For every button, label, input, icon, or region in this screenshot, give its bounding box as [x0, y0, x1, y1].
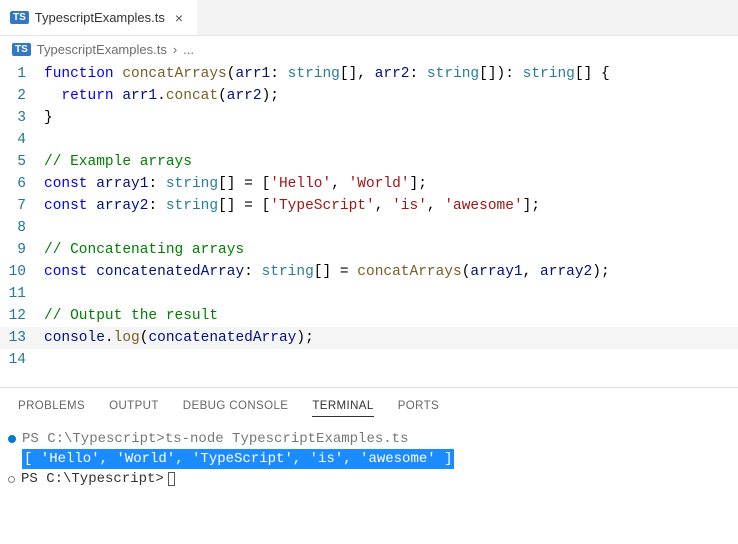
- terminal[interactable]: PS C:\Typescript> ts-node TypescriptExam…: [0, 423, 738, 499]
- code-content[interactable]: [44, 129, 738, 151]
- line-number: 4: [0, 129, 44, 151]
- close-icon[interactable]: ×: [171, 10, 187, 26]
- code-line[interactable]: 2 return arr1.concat(arr2);: [0, 85, 738, 107]
- panel-tab-ports[interactable]: PORTS: [398, 400, 439, 417]
- status-dot-icon: [8, 476, 15, 483]
- code-content[interactable]: [44, 349, 738, 371]
- code-line[interactable]: 13console.log(concatenatedArray);: [0, 327, 738, 349]
- code-line[interactable]: 1function concatArrays(arr1: string[], a…: [0, 63, 738, 85]
- code-content[interactable]: // Concatenating arrays: [44, 239, 738, 261]
- line-number: 5: [0, 151, 44, 173]
- code-line[interactable]: 14: [0, 349, 738, 371]
- tab-bar: TS TypescriptExamples.ts ×: [0, 0, 738, 36]
- code-line[interactable]: 8: [0, 217, 738, 239]
- line-number: 6: [0, 173, 44, 195]
- panel-tab-output[interactable]: OUTPUT: [109, 400, 159, 417]
- code-line[interactable]: 6const array1: string[] = ['Hello', 'Wor…: [0, 173, 738, 195]
- line-number: 13: [0, 327, 44, 349]
- code-editor[interactable]: 1function concatArrays(arr1: string[], a…: [0, 61, 738, 381]
- terminal-output: [ 'Hello', 'World', 'TypeScript', 'is', …: [22, 449, 454, 469]
- terminal-line: PS C:\Typescript> ts-node TypescriptExam…: [8, 429, 730, 449]
- line-number: 14: [0, 349, 44, 371]
- bottom-panel: PROBLEMS OUTPUT DEBUG CONSOLE TERMINAL PORTS…: [0, 387, 738, 499]
- panel-tab-debug-console[interactable]: DEBUG CONSOLE: [183, 400, 289, 417]
- code-line[interactable]: 3}: [0, 107, 738, 129]
- chevron-right-icon: ›: [173, 42, 177, 57]
- ts-badge-icon: TS: [12, 43, 31, 56]
- code-content[interactable]: [44, 217, 738, 239]
- tab-title: TypescriptExamples.ts: [35, 10, 165, 25]
- code-line[interactable]: 5// Example arrays: [0, 151, 738, 173]
- line-number: 2: [0, 85, 44, 107]
- code-content[interactable]: // Example arrays: [44, 151, 738, 173]
- line-number: 8: [0, 217, 44, 239]
- breadcrumb[interactable]: TS TypescriptExamples.ts › ...: [0, 36, 738, 61]
- line-number: 3: [0, 107, 44, 129]
- line-number: 9: [0, 239, 44, 261]
- code-content[interactable]: const array1: string[] = ['Hello', 'Worl…: [44, 173, 738, 195]
- file-tab[interactable]: TS TypescriptExamples.ts ×: [0, 0, 197, 35]
- terminal-prompt: PS C:\Typescript>: [22, 429, 165, 449]
- status-dot-icon: [8, 435, 16, 443]
- terminal-cursor-icon: [168, 472, 175, 486]
- panel-tabs: PROBLEMS OUTPUT DEBUG CONSOLE TERMINAL PORTS: [0, 388, 738, 423]
- line-number: 12: [0, 305, 44, 327]
- code-line[interactable]: 9// Concatenating arrays: [0, 239, 738, 261]
- panel-tab-terminal[interactable]: TERMINAL: [312, 400, 373, 417]
- code-content[interactable]: const array2: string[] = ['TypeScript', …: [44, 195, 738, 217]
- breadcrumb-more: ...: [183, 42, 194, 57]
- code-content[interactable]: [44, 283, 738, 305]
- terminal-command: ts-node TypescriptExamples.ts: [165, 429, 409, 449]
- code-line[interactable]: 11: [0, 283, 738, 305]
- code-content[interactable]: console.log(concatenatedArray);: [44, 327, 738, 349]
- code-content[interactable]: return arr1.concat(arr2);: [44, 85, 738, 107]
- code-line[interactable]: 12// Output the result: [0, 305, 738, 327]
- breadcrumb-file: TypescriptExamples.ts: [37, 42, 167, 57]
- code-content[interactable]: }: [44, 107, 738, 129]
- code-line[interactable]: 7const array2: string[] = ['TypeScript',…: [0, 195, 738, 217]
- code-line[interactable]: 10const concatenatedArray: string[] = co…: [0, 261, 738, 283]
- terminal-prompt: PS C:\Typescript>: [21, 469, 164, 489]
- line-number: 11: [0, 283, 44, 305]
- line-number: 1: [0, 63, 44, 85]
- terminal-line: [ 'Hello', 'World', 'TypeScript', 'is', …: [8, 449, 730, 469]
- line-number: 7: [0, 195, 44, 217]
- code-content[interactable]: // Output the result: [44, 305, 738, 327]
- panel-tab-problems[interactable]: PROBLEMS: [18, 400, 85, 417]
- code-content[interactable]: const concatenatedArray: string[] = conc…: [44, 261, 738, 283]
- code-line[interactable]: 4: [0, 129, 738, 151]
- line-number: 10: [0, 261, 44, 283]
- terminal-line: PS C:\Typescript>: [8, 469, 730, 489]
- code-content[interactable]: function concatArrays(arr1: string[], ar…: [44, 63, 738, 85]
- ts-badge-icon: TS: [10, 11, 29, 24]
